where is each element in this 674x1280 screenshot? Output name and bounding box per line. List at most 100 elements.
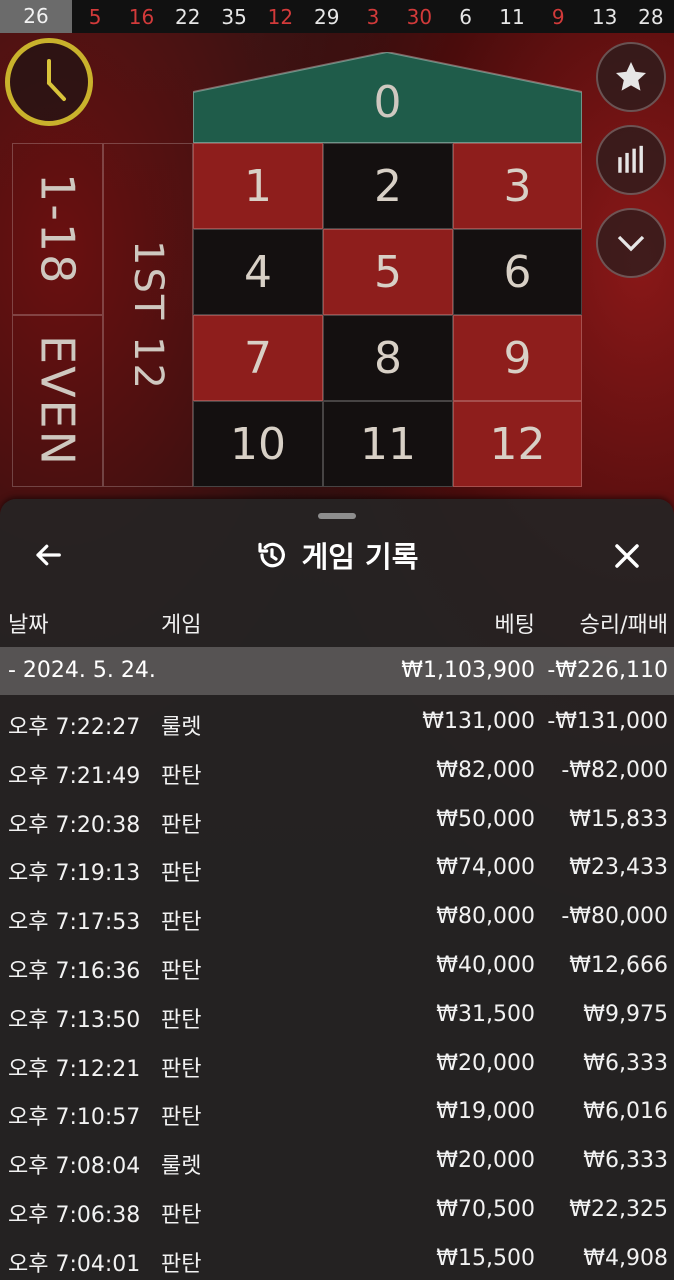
row-bet: ₩20,000 bbox=[436, 1050, 535, 1076]
row-time: 오후 7:17:53 bbox=[8, 910, 141, 936]
row-bet: ₩15,500 bbox=[436, 1245, 535, 1271]
table-row[interactable]: 오후 7:20:38 판탄 ₩50,000 ₩15,833 bbox=[0, 793, 674, 842]
summary-date: - 2024. 5. 24. bbox=[8, 658, 156, 683]
number-6-cell[interactable]: 6 bbox=[453, 229, 582, 315]
row-result: ₩9,975 bbox=[583, 1001, 668, 1027]
row-result: ₩22,325 bbox=[569, 1196, 668, 1222]
row-game: 판탄 bbox=[161, 1251, 202, 1277]
history-current-number: 26 bbox=[0, 0, 72, 33]
row-time: 오후 7:04:01 bbox=[8, 1251, 141, 1277]
low-1-18-label: 1-18 bbox=[30, 172, 85, 286]
row-bet: ₩74,000 bbox=[436, 855, 535, 881]
sheet-title-text: 게임 기록 bbox=[301, 540, 419, 574]
low-1-18-bet[interactable]: 1-18 bbox=[12, 143, 103, 315]
summary-result: -₩226,110 bbox=[547, 658, 668, 683]
row-result: -₩131,000 bbox=[547, 709, 668, 734]
row-time: 오후 7:10:57 bbox=[8, 1105, 141, 1131]
row-result: -₩80,000 bbox=[561, 904, 668, 930]
row-bet: ₩50,000 bbox=[436, 806, 535, 832]
table-row[interactable]: 오후 7:13:50 판탄 ₩31,500 ₩9,975 bbox=[0, 988, 674, 1037]
history-number: 12 bbox=[267, 4, 294, 29]
sheet-drag-handle[interactable] bbox=[318, 513, 356, 519]
stats-icon bbox=[618, 145, 643, 173]
number-11-cell[interactable]: 11 bbox=[323, 401, 453, 487]
collapse-button[interactable] bbox=[596, 208, 666, 278]
history-number: 28 bbox=[638, 4, 664, 29]
table-row[interactable]: 오후 7:04:01 판탄 ₩15,500 ₩4,908 bbox=[0, 1232, 674, 1280]
history-number: 22 bbox=[175, 4, 201, 29]
summary-bet: ₩1,103,900 bbox=[401, 658, 535, 683]
history-icon bbox=[257, 542, 285, 568]
history-number: 35 bbox=[221, 4, 247, 29]
row-result: ₩4,908 bbox=[583, 1245, 668, 1271]
table-row[interactable]: 오후 7:06:38 판탄 ₩70,500 ₩22,325 bbox=[0, 1183, 674, 1232]
row-time: 오후 7:19:13 bbox=[8, 861, 141, 887]
row-game: 판탄 bbox=[161, 763, 202, 789]
first-dozen-bet[interactable]: 1ST 12 bbox=[103, 143, 193, 487]
row-result: -₩82,000 bbox=[561, 757, 668, 783]
row-game: 판탄 bbox=[161, 910, 202, 936]
history-number: 9 bbox=[551, 4, 565, 29]
first-dozen-label: 1ST 12 bbox=[125, 239, 171, 391]
even-bet[interactable]: EVEN bbox=[12, 315, 103, 487]
table-row[interactable]: 오후 7:08:04 룰렛 ₩20,000 ₩6,333 bbox=[0, 1134, 674, 1183]
number-2-cell[interactable]: 2 bbox=[323, 143, 453, 229]
sheet-title: 게임 기록 bbox=[0, 533, 674, 577]
number-8-cell[interactable]: 8 bbox=[323, 315, 453, 401]
close-icon bbox=[615, 544, 639, 568]
history-number: 29 bbox=[313, 4, 340, 29]
row-game: 판탄 bbox=[161, 812, 202, 838]
game-history-sheet: 게임 기록 날짜 게임 베팅 승리/패배 - 2024. 5. 24. ₩1,1… bbox=[0, 499, 674, 1280]
history-number: 6 bbox=[459, 4, 473, 29]
history-table: - 2024. 5. 24. ₩1,103,900 -₩226,110 오후 7… bbox=[0, 647, 674, 1280]
star-icon bbox=[616, 62, 646, 91]
row-bet: ₩40,000 bbox=[436, 952, 535, 978]
table-row[interactable]: 오후 7:19:13 판탄 ₩74,000 ₩23,433 bbox=[0, 841, 674, 890]
number-3-cell[interactable]: 3 bbox=[453, 143, 582, 229]
clock-icon bbox=[47, 59, 66, 101]
row-result: ₩6,016 bbox=[583, 1099, 668, 1125]
row-time: 오후 7:22:27 bbox=[8, 715, 141, 740]
favorites-button[interactable] bbox=[596, 42, 666, 112]
row-bet: ₩82,000 bbox=[436, 757, 535, 783]
number-10-cell[interactable]: 10 bbox=[193, 401, 323, 487]
round-timer bbox=[5, 38, 93, 126]
table-row[interactable]: 오후 7:12:21 판탄 ₩20,000 ₩6,333 bbox=[0, 1037, 674, 1086]
row-bet: ₩19,000 bbox=[436, 1099, 535, 1125]
table-row[interactable]: 오후 7:17:53 판탄 ₩80,000 -₩80,000 bbox=[0, 890, 674, 939]
row-result: ₩12,666 bbox=[569, 952, 668, 978]
row-game: 룰렛 bbox=[161, 1154, 202, 1180]
row-game: 룰렛 bbox=[161, 715, 202, 740]
table-row[interactable]: 오후 7:16:36 판탄 ₩40,000 ₩12,666 bbox=[0, 939, 674, 988]
row-time: 오후 7:08:04 bbox=[8, 1154, 141, 1180]
row-game: 판탄 bbox=[161, 1056, 202, 1082]
row-result: ₩15,833 bbox=[569, 806, 668, 832]
row-game: 판탄 bbox=[161, 861, 202, 887]
statistics-button[interactable] bbox=[596, 125, 666, 195]
table-row[interactable]: 오후 7:21:49 판탄 ₩82,000 -₩82,000 bbox=[0, 744, 674, 793]
row-time: 오후 7:06:38 bbox=[8, 1202, 141, 1228]
number-1-cell[interactable]: 1 bbox=[193, 143, 323, 229]
close-button[interactable] bbox=[606, 535, 648, 577]
history-number: 16 bbox=[128, 4, 155, 29]
row-time: 오후 7:12:21 bbox=[8, 1056, 141, 1082]
row-result: ₩23,433 bbox=[569, 855, 668, 881]
history-number: 5 bbox=[88, 4, 102, 29]
history-number: 3 bbox=[366, 4, 380, 29]
number-7-cell[interactable]: 7 bbox=[193, 315, 323, 401]
number-4-cell[interactable]: 4 bbox=[193, 229, 323, 315]
row-game: 판탄 bbox=[161, 1007, 202, 1033]
table-row[interactable]: 오후 7:10:57 판탄 ₩19,000 ₩6,016 bbox=[0, 1085, 674, 1134]
number-5-cell[interactable]: 5 bbox=[323, 229, 453, 315]
row-bet: ₩80,000 bbox=[436, 904, 535, 930]
column-result: 승리/패배 bbox=[579, 613, 668, 638]
row-result: ₩6,333 bbox=[583, 1050, 668, 1076]
table-row[interactable]: 오후 7:22:27 룰렛 ₩131,000 -₩131,000 bbox=[0, 695, 674, 744]
row-time: 오후 7:16:36 bbox=[8, 958, 141, 984]
row-time: 오후 7:13:50 bbox=[8, 1007, 141, 1033]
date-summary-row[interactable]: - 2024. 5. 24. ₩1,103,900 -₩226,110 bbox=[0, 647, 674, 695]
zero-label: 0 bbox=[373, 77, 402, 128]
number-9-cell[interactable]: 9 bbox=[453, 315, 582, 401]
number-12-cell[interactable]: 12 bbox=[453, 401, 582, 487]
row-bet: ₩131,000 bbox=[422, 709, 535, 734]
